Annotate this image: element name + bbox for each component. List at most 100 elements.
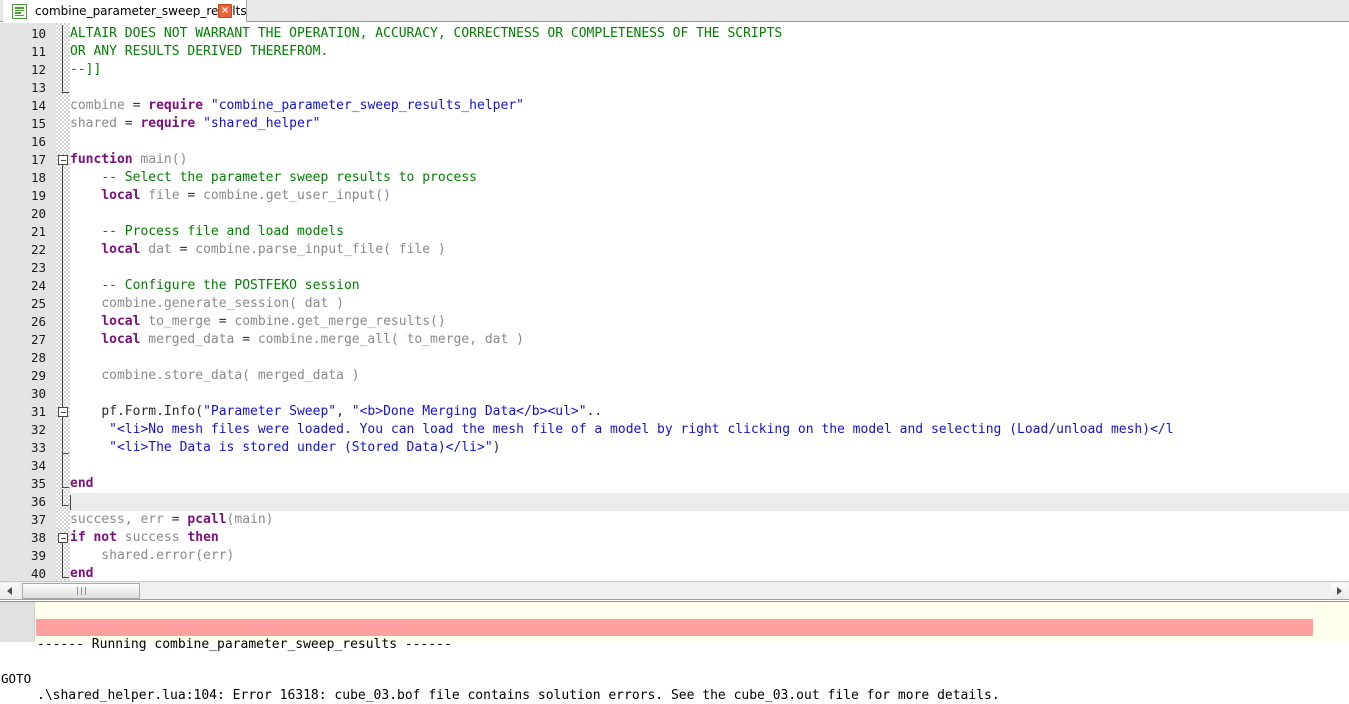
output-running-text: ------ Running combine_parameter_sweep_r… [37,636,452,653]
code-token: ) [493,440,501,455]
code-token: if not [70,530,117,545]
line-number: 17 [0,151,46,169]
code-token: -- Select the parameter sweep results to… [101,170,477,185]
code-token: pf.Form.Info( [101,404,203,419]
line-number: 30 [0,385,46,403]
code-token: = [125,116,141,131]
goto-link[interactable]: GOTO [1,670,35,687]
line-number: 33 [0,439,46,457]
fold-toggle-icon[interactable] [58,533,68,543]
code-token: merged_data [140,332,242,347]
code-token: --]] [70,62,101,77]
line-number: 37 [0,511,46,529]
code-token: shared.error(err) [70,548,234,563]
line-number: 28 [0,349,46,367]
tab-title: combine_parameter_sweep_results [35,4,247,18]
line-number: 38 [0,529,46,547]
code-editor[interactable]: 1011121314151617181920212223242526272829… [0,23,1349,581]
fold-end-marker [62,453,69,454]
code-line[interactable]: success, err = pcall(main) [70,511,274,529]
code-token: main() [133,152,188,167]
fold-toggle-icon[interactable] [58,407,68,417]
code-line[interactable]: --]] [70,61,101,79]
code-token: -- Configure the POSTFEKO session [101,278,359,293]
code-text-area[interactable]: ALTAIR DOES NOT WARRANT THE OPERATION, A… [70,23,1349,581]
fold-end-marker [62,505,69,506]
output-error-text: .\shared_helper.lua:104: Error 16318: cu… [37,687,1000,704]
code-token: combine [70,98,133,113]
editor-tab[interactable]: combine_parameter_sweep_results × [3,0,247,22]
code-token: = [242,332,258,347]
line-number: 29 [0,367,46,385]
code-line[interactable]: local file = combine.get_user_input() [70,187,391,205]
line-number: 12 [0,61,46,79]
fold-guide-line [62,417,63,453]
code-line[interactable]: shared.error(err) [70,547,234,565]
fold-end-marker [62,487,69,488]
line-number: 15 [0,115,46,133]
line-number: 26 [0,313,46,331]
code-token [70,242,101,257]
code-line[interactable]: shared = require "shared_helper" [70,115,320,133]
code-token: ALTAIR DOES NOT WARRANT THE OPERATION, A… [70,26,782,41]
code-token: "<li>No mesh files were loaded. You can … [109,422,1173,437]
code-line[interactable]: combine.store_data( merged_data ) [70,367,360,385]
code-line[interactable]: ALTAIR DOES NOT WARRANT THE OPERATION, A… [70,25,782,43]
code-line[interactable]: combine.generate_session( dat ) [70,295,344,313]
code-token: pcall [187,512,226,527]
line-number: 27 [0,331,46,349]
code-token: to_merge [140,314,218,329]
code-token: combine.get_merge_results() [234,314,445,329]
code-line[interactable]: "<li>The Data is stored under (Stored Da… [70,439,500,457]
code-token: local [101,242,140,257]
line-number: 36 [0,493,46,511]
fold-end-marker [62,577,69,578]
code-line[interactable]: if not success then [70,529,219,547]
code-line[interactable]: -- Process file and load models [70,223,344,241]
code-token: local [101,314,140,329]
script-document-icon [12,4,27,19]
line-number: 39 [0,547,46,565]
code-token [70,332,101,347]
code-token: = [133,98,149,113]
code-line[interactable]: pf.Form.Info("Parameter Sweep", "<b>Done… [70,403,602,421]
line-number: 32 [0,421,46,439]
code-line[interactable]: local to_merge = combine.get_merge_resul… [70,313,446,331]
fold-guide-line [62,543,63,577]
code-token: shared [70,116,125,131]
line-number: 10 [0,25,46,43]
code-token: require [140,116,203,131]
code-line[interactable]: "<li>No mesh files were loaded. You can … [70,421,1174,439]
code-line[interactable]: function main() [70,151,187,169]
code-token: combine.generate_session( dat ) [70,296,344,311]
code-token: = [180,242,196,257]
line-number: 11 [0,43,46,61]
code-line[interactable]: end [70,475,93,493]
code-token [70,440,109,455]
line-number: 18 [0,169,46,187]
line-number-gutter: 1011121314151617181920212223242526272829… [0,23,56,581]
code-token [70,278,101,293]
horizontal-scroll-thumb[interactable] [22,583,140,599]
scroll-right-arrow-icon[interactable] [1331,583,1348,599]
fold-toggle-icon[interactable] [58,155,68,165]
code-token: local [101,188,140,203]
code-line[interactable]: local merged_data = combine.merge_all( t… [70,331,524,349]
code-token: combine.store_data( merged_data ) [70,368,360,383]
code-line[interactable]: -- Select the parameter sweep results to… [70,169,477,187]
scroll-left-arrow-icon[interactable] [1,583,18,599]
code-token [70,404,101,419]
horizontal-scrollbar[interactable] [0,581,1349,600]
code-token: combine.merge_all( to_merge, dat ) [258,332,524,347]
code-folding-gutter[interactable] [56,23,70,581]
close-icon[interactable]: × [218,4,232,18]
code-line[interactable]: combine = require "combine_parameter_swe… [70,97,524,115]
code-line[interactable]: OR ANY RESULTS DERIVED THEREFROM. [70,43,328,61]
code-line[interactable]: -- Configure the POSTFEKO session [70,277,360,295]
code-line[interactable]: end [70,565,93,581]
fold-guide-line [62,25,63,92]
code-line[interactable]: local dat = combine.parse_input_file( fi… [70,241,446,259]
code-token: success [117,530,187,545]
code-token: , [336,404,352,419]
output-row-error[interactable]: GOTO .\shared_helper.lua:104: Error 1631… [0,619,1349,636]
